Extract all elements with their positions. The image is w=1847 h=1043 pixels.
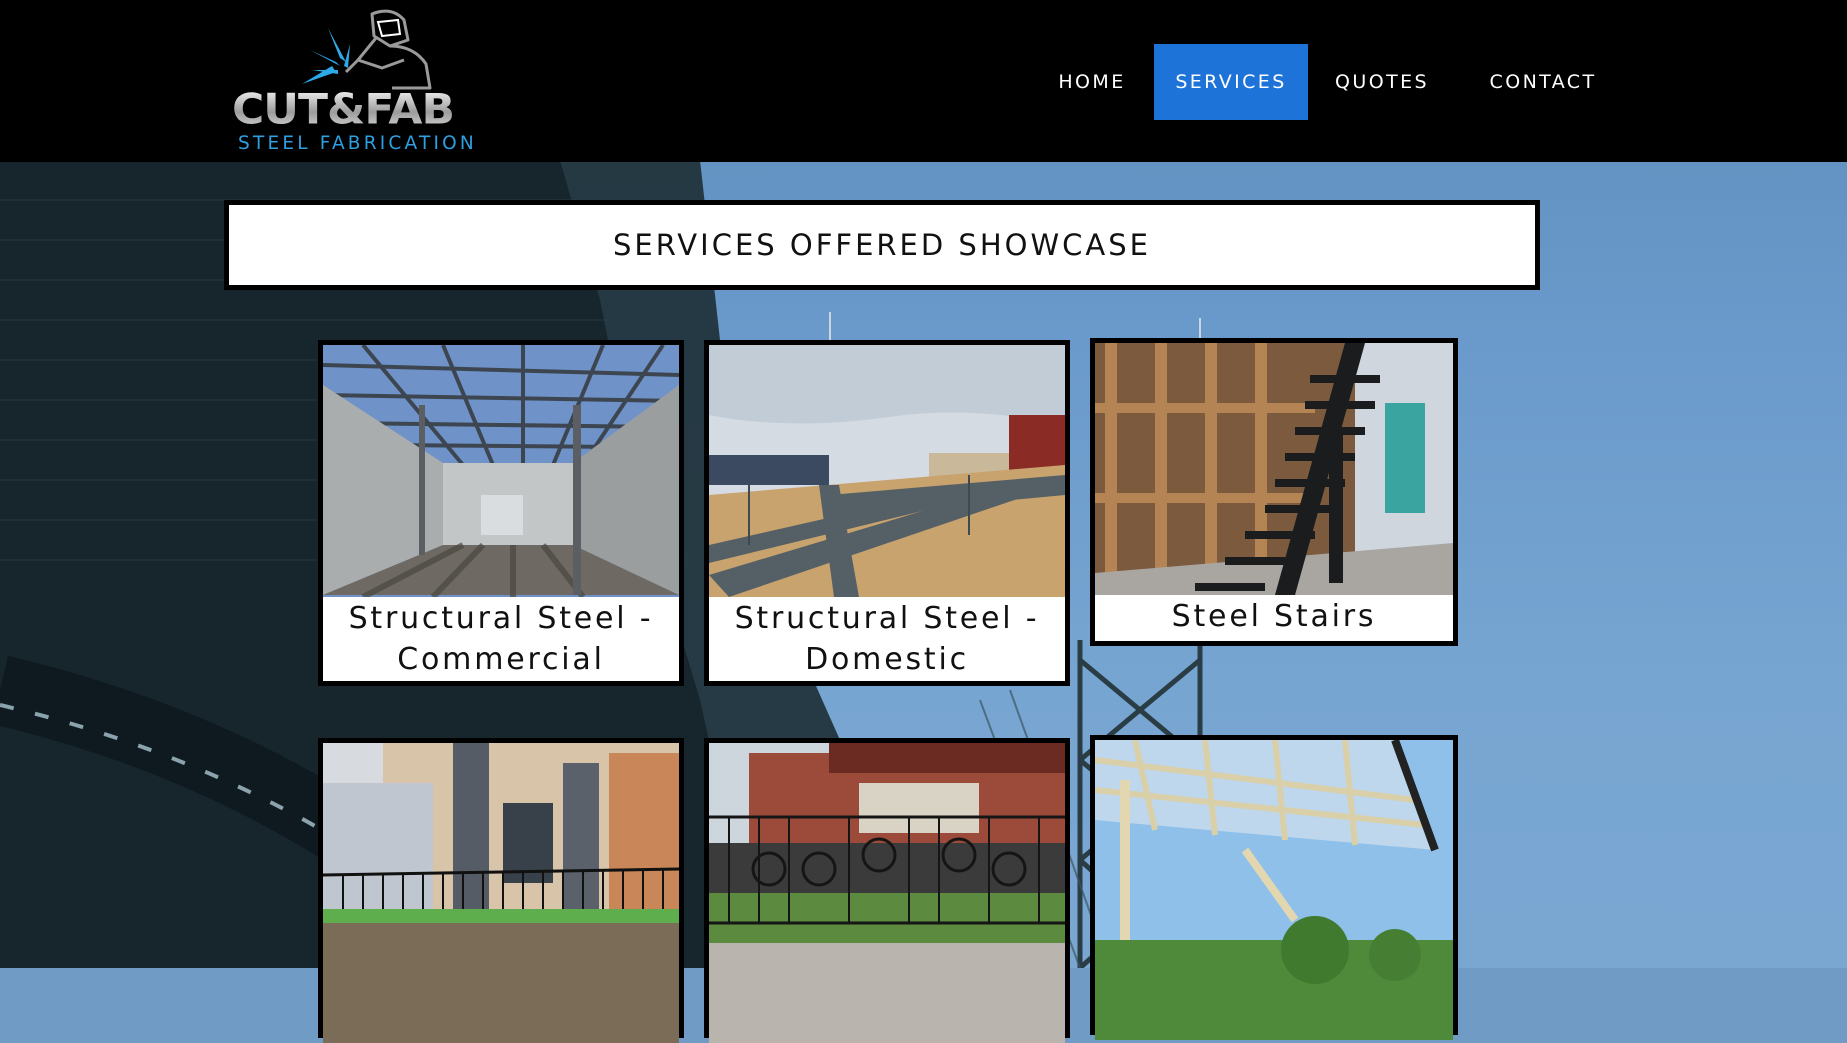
brand-tagline: STEEL FABRICATION — [238, 133, 477, 154]
service-card-balustrade[interactable] — [318, 738, 684, 1043]
site-header: CUT&FAB STEEL FABRICATION HOME SERVICES … — [0, 0, 1847, 162]
domestic-steel-beams-photo — [709, 345, 1065, 597]
card-caption: Steel Stairs — [1171, 599, 1377, 634]
service-card-gates[interactable] — [704, 738, 1070, 1043]
commercial-steel-structure-photo — [323, 345, 679, 597]
showcase-title-panel: SERVICES OFFERED SHOWCASE — [224, 200, 1540, 290]
wrought-iron-gate-photo — [709, 743, 1065, 1043]
nav-quotes[interactable]: QUOTES — [1320, 44, 1444, 120]
service-card-domestic[interactable]: Structural Steel - Domestic — [704, 340, 1070, 686]
nav-services[interactable]: SERVICES — [1154, 44, 1308, 120]
service-card-stairs[interactable]: Steel Stairs — [1090, 338, 1458, 646]
pergola-verandah-photo — [1095, 740, 1453, 1040]
brand-logo[interactable]: CUT&FAB STEEL FABRICATION — [232, 6, 508, 154]
card-caption: Structural Steel - Commercial — [348, 601, 654, 677]
service-card-pergola[interactable] — [1090, 735, 1458, 1040]
card-caption: Structural Steel - Domestic — [734, 601, 1040, 677]
page-title: SERVICES OFFERED SHOWCASE — [229, 205, 1535, 285]
service-card-commercial[interactable]: Structural Steel - Commercial — [318, 340, 684, 686]
welder-icon — [302, 9, 432, 90]
nav-contact[interactable]: CONTACT — [1474, 44, 1612, 120]
steel-stairs-photo — [1095, 343, 1453, 595]
balustrade-fence-photo — [323, 743, 679, 1043]
nav-home[interactable]: HOME — [1040, 44, 1144, 120]
brand-name: CUT&FAB — [232, 89, 508, 131]
